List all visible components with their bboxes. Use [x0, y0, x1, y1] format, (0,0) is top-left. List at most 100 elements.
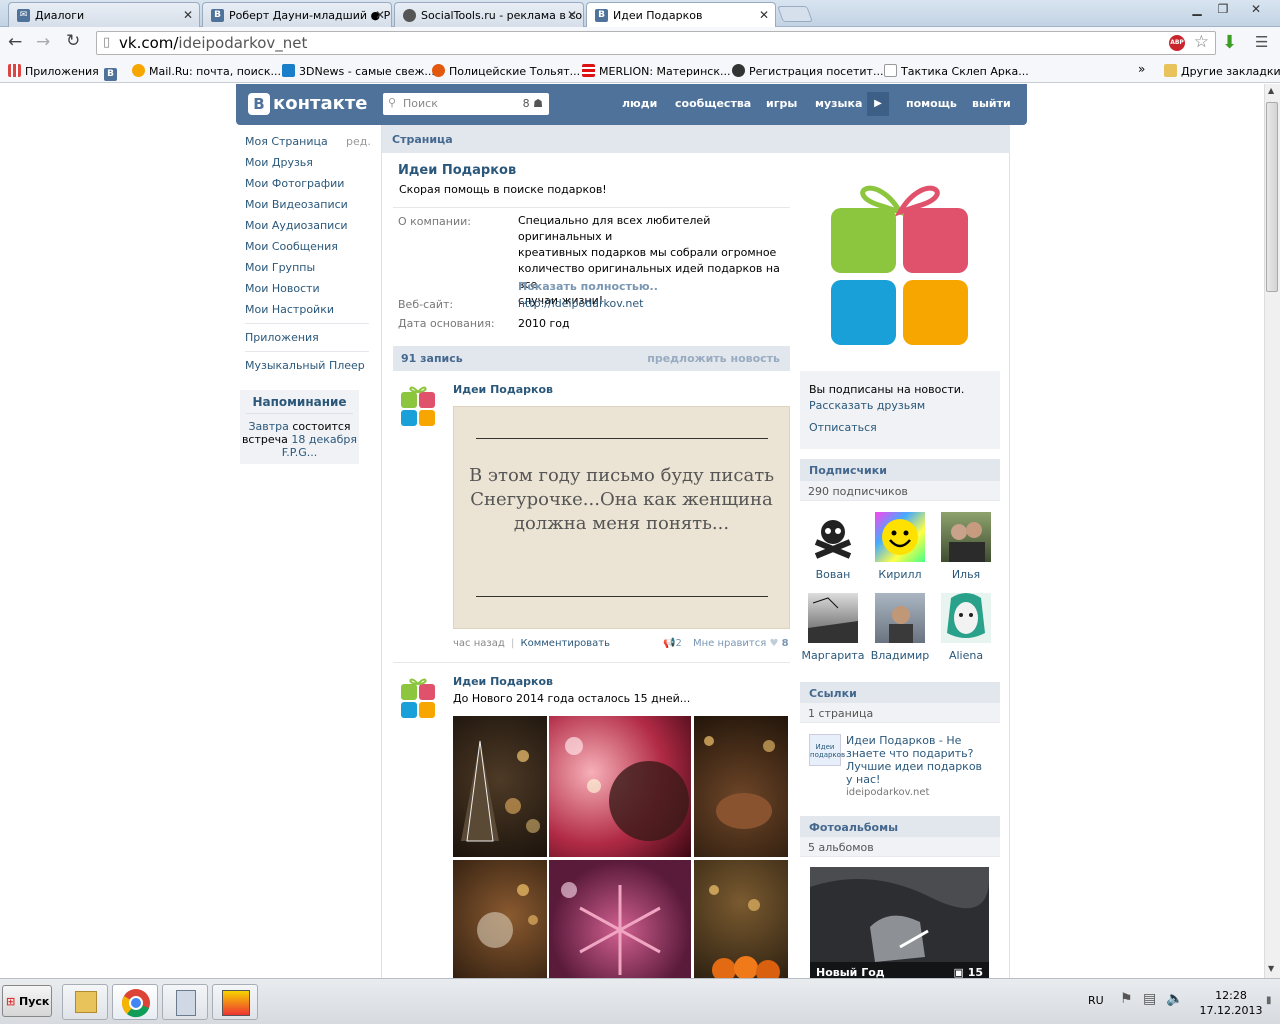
links-header[interactable]: Ссылки: [800, 682, 1000, 704]
photo-red-ornament[interactable]: [549, 716, 691, 857]
follower-avatar[interactable]: [875, 593, 925, 643]
search-input[interactable]: ⚲ Поиск 8 ☗: [383, 93, 549, 115]
bookmark-tactic[interactable]: Тактика Склеп Арка...: [884, 64, 1029, 78]
maximize-button[interactable]: ❐: [1210, 0, 1236, 18]
follower-avatar[interactable]: [941, 593, 991, 643]
nav-logout[interactable]: выйти: [972, 97, 1011, 110]
menu-audio[interactable]: Мои Аудиозаписи: [245, 219, 348, 232]
tab-socialtools[interactable]: SocialTools.ru - реклама в со ✕: [394, 2, 584, 27]
share-button[interactable]: 📢2: [663, 638, 682, 649]
menu-news[interactable]: Мои Новости: [245, 282, 320, 295]
followers-header[interactable]: Подписчики: [800, 459, 1000, 481]
volume-icon[interactable]: 🔈: [1166, 991, 1183, 1007]
download-arrow-icon[interactable]: ⬇: [1222, 32, 1237, 53]
taskbar-app[interactable]: [212, 984, 258, 1020]
menu-music-player[interactable]: Музыкальный Плеер: [245, 359, 365, 372]
tab-dialogs[interactable]: ✉ Диалоги ✕: [8, 2, 200, 27]
adblock-icon[interactable]: ABP: [1169, 35, 1185, 51]
link-title[interactable]: Идеи Подарков - Не знаете что подарить? …: [846, 734, 986, 786]
bookmark-vk[interactable]: B: [104, 64, 121, 81]
bookmarks-overflow[interactable]: »: [1138, 62, 1145, 76]
bookmark-apps[interactable]: Приложения: [8, 64, 99, 78]
follower-avatar[interactable]: [941, 512, 991, 562]
close-tab-icon[interactable]: ✕: [375, 8, 385, 22]
scrollbar-thumb[interactable]: [1266, 102, 1278, 292]
show-desktop-icon[interactable]: ▮: [1266, 995, 1272, 1006]
tell-friends-link[interactable]: Рассказать друзьям: [809, 399, 1000, 412]
scroll-down-icon[interactable]: ▼: [1268, 964, 1274, 973]
other-bookmarks[interactable]: Другие закладки: [1164, 64, 1280, 78]
tab-robert[interactable]: B Роберт Дауни-младший ● Р ✕: [202, 2, 392, 27]
nav-music[interactable]: музыка: [815, 97, 862, 110]
address-bar[interactable]: ▯ vk.com/ideipodarkov_net ABP ☆: [96, 31, 1216, 55]
menu-edit-link[interactable]: ред.: [346, 135, 371, 148]
taskbar-calculator[interactable]: [162, 984, 208, 1020]
follower-name[interactable]: Вован: [800, 568, 866, 581]
back-arrow-icon[interactable]: ←: [8, 32, 22, 52]
bookmark-police[interactable]: Полицейские Тольят...: [432, 64, 580, 78]
menu-photos[interactable]: Мои Фотографии: [245, 177, 344, 190]
bookmark-star-icon[interactable]: ☆: [1194, 32, 1209, 52]
albums-header[interactable]: Фотоальбомы: [800, 816, 1000, 838]
menu-icon[interactable]: ☰: [1255, 33, 1268, 51]
post-author-avatar[interactable]: [400, 382, 436, 426]
play-icon[interactable]: ▶: [867, 92, 889, 116]
comment-link[interactable]: Комментировать: [521, 638, 611, 649]
followers-count[interactable]: 290 подписчиков: [800, 481, 1000, 501]
nav-help[interactable]: помощь: [906, 97, 957, 110]
follower-avatar[interactable]: [875, 512, 925, 562]
website-link[interactable]: http://ideipodarkov.net: [518, 297, 643, 310]
new-tab-button[interactable]: [777, 6, 813, 22]
post-author-name[interactable]: Идеи Подарков: [453, 383, 553, 396]
taskbar-chrome[interactable]: [112, 984, 158, 1020]
start-button[interactable]: ⊞ Пуск: [2, 985, 52, 1017]
reload-icon[interactable]: ↻: [66, 31, 80, 51]
menu-groups[interactable]: Мои Группы: [245, 261, 315, 274]
link-thumbnail[interactable]: Идеи подарков: [809, 734, 845, 766]
follower-avatar[interactable]: [808, 593, 858, 643]
nav-communities[interactable]: сообщества: [675, 97, 751, 110]
follower-avatar[interactable]: [808, 512, 858, 562]
taskbar-explorer[interactable]: [62, 984, 108, 1020]
like-button[interactable]: Мне нравится ♥ 8: [693, 638, 789, 649]
menu-friends[interactable]: Мои Друзья: [245, 156, 313, 169]
post-author-avatar[interactable]: [400, 674, 436, 718]
follower-name[interactable]: Кирилл: [867, 568, 933, 581]
close-tab-icon[interactable]: ✕: [567, 8, 577, 22]
tab-idei-podarkov[interactable]: B Идеи Подарков ✕: [586, 2, 776, 28]
scroll-up-icon[interactable]: ▲: [1268, 86, 1274, 95]
menu-videos[interactable]: Мои Видеозаписи: [245, 198, 348, 211]
network-icon[interactable]: ▤: [1143, 991, 1156, 1007]
follower-name[interactable]: Aliena: [933, 649, 999, 662]
minimize-button[interactable]: ▁: [1184, 0, 1210, 18]
language-indicator[interactable]: RU: [1088, 994, 1104, 1007]
unsubscribe-link[interactable]: Отписаться: [809, 421, 1000, 434]
menu-apps[interactable]: Приложения: [245, 331, 319, 344]
menu-settings[interactable]: Мои Настройки: [245, 303, 334, 316]
wall-count[interactable]: 91 запись: [401, 352, 463, 365]
action-center-flag-icon[interactable]: ⚑: [1120, 991, 1133, 1007]
bookmark-mailru[interactable]: Mail.Ru: почта, поиск...: [132, 64, 281, 78]
close-tab-icon[interactable]: ✕: [759, 8, 769, 22]
group-avatar[interactable]: [826, 176, 974, 348]
menu-my-page[interactable]: Моя Страница: [245, 135, 328, 148]
bookmark-3dnews[interactable]: 3DNews - самые свеж...: [282, 64, 435, 78]
photo-tangerines[interactable]: [694, 860, 788, 978]
nav-people[interactable]: люди: [622, 97, 657, 110]
photo-snow-globe[interactable]: [453, 860, 547, 978]
clock[interactable]: 12:28 17.12.2013: [1196, 988, 1266, 1018]
follower-name[interactable]: Владимир: [867, 649, 933, 662]
forward-arrow-icon[interactable]: →: [36, 32, 50, 52]
post-image[interactable]: В этом году письмо буду писать Снегурочк…: [453, 406, 790, 629]
bookmark-registration[interactable]: Регистрация посетит...: [732, 64, 883, 78]
close-tab-icon[interactable]: ✕: [183, 8, 193, 22]
close-window-button[interactable]: ✕: [1238, 0, 1274, 18]
vk-logo[interactable]: Вконтакте: [248, 93, 367, 115]
post-time[interactable]: час назад: [453, 638, 505, 649]
menu-messages[interactable]: Мои Сообщения: [245, 240, 338, 253]
post-author-name[interactable]: Идеи Подарков: [453, 675, 553, 688]
photo-christmas-tree[interactable]: [453, 716, 547, 857]
suggest-news-link[interactable]: предложить новость: [647, 352, 780, 365]
albums-count[interactable]: 5 альбомов: [800, 837, 1000, 857]
links-count[interactable]: 1 страница: [800, 703, 1000, 723]
